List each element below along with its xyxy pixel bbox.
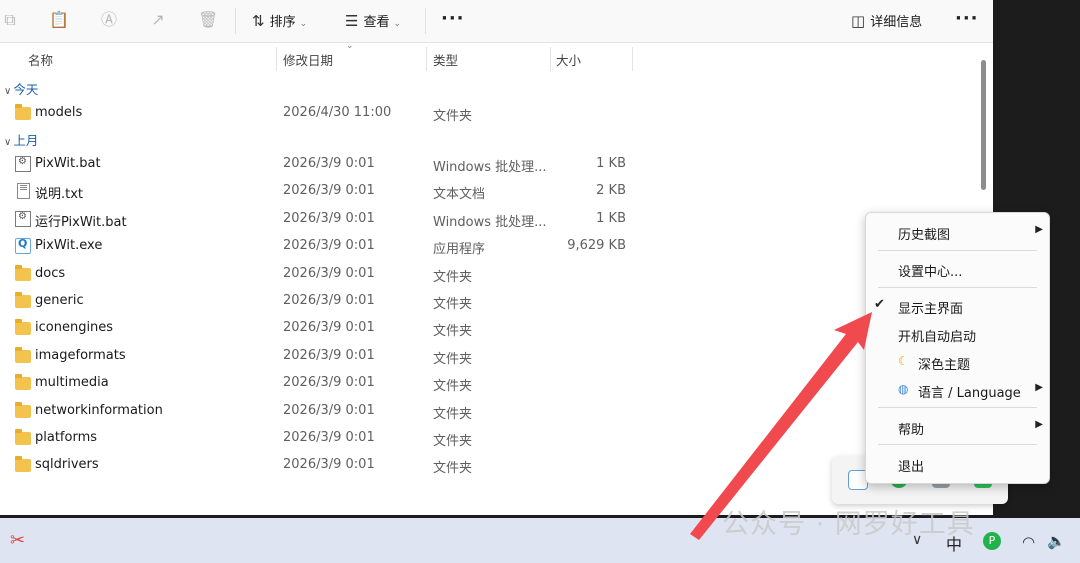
watermark-text: 公众号 · 网罗好工具	[722, 509, 975, 540]
annotation-arrow	[690, 312, 872, 540]
